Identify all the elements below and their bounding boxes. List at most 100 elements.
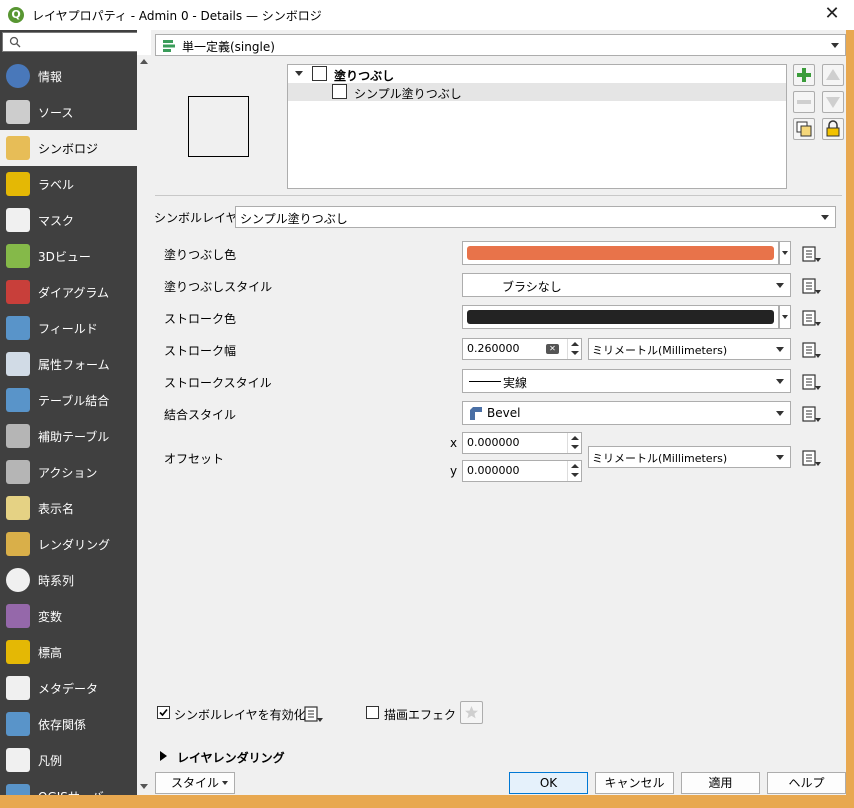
sidebar-scrollbar[interactable] (137, 55, 151, 795)
sidebar-item-label: 標高 (38, 646, 63, 660)
data-defined-override-icon[interactable] (801, 403, 823, 425)
tree-label-simple-fill: シンプル塗りつぶし (354, 87, 462, 101)
style-menu-button[interactable]: スタイル (155, 772, 235, 794)
spin-arrows[interactable] (567, 433, 581, 453)
sidebar-item[interactable]: 情報 (0, 58, 137, 94)
sidebar-item-label: 時系列 (38, 574, 75, 588)
layer-rendering-label[interactable]: レイヤレンダリング (177, 749, 285, 766)
abc-mask-icon (6, 208, 30, 232)
data-defined-override-icon[interactable] (801, 243, 823, 265)
sidebar-item[interactable]: ソース (0, 94, 137, 130)
sidebar-item[interactable]: 凡例 (0, 742, 137, 778)
tree-checkbox[interactable] (312, 66, 327, 81)
info-icon (6, 64, 30, 88)
spin-arrows[interactable] (567, 461, 581, 481)
scroll-down-icon[interactable] (140, 784, 148, 789)
search-input[interactable] (2, 32, 137, 52)
sidebar-item[interactable]: 依存関係 (0, 706, 137, 742)
sidebar-item[interactable]: ラベル (0, 166, 137, 202)
tree-row-simple-fill[interactable]: シンプル塗りつぶし (288, 83, 786, 101)
draw-effects-button[interactable] (460, 701, 483, 724)
tree-row-fill[interactable]: 塗りつぶし (288, 65, 786, 83)
data-defined-override-icon[interactable] (801, 275, 823, 297)
offset-y-label: y (450, 464, 458, 478)
sidebar-item-label: 補助テーブル (38, 430, 110, 444)
data-defined-override-icon[interactable] (801, 307, 823, 329)
renderer-select[interactable]: 単一定義(single) (155, 34, 846, 56)
duplicate-icon (796, 121, 812, 137)
stroke-color-button[interactable] (462, 305, 779, 329)
offset-unit-select[interactable]: ミリメートル(Millimeters) (588, 446, 791, 468)
symbology-panel: 単一定義(single) 塗りつぶし シンプル塗りつぶし シンボルレイヤ型 シン… (151, 30, 846, 795)
enable-layer-checkbox[interactable] (157, 706, 170, 719)
sidebar-item[interactable]: マスク (0, 202, 137, 238)
stroke-width-unit: ミリメートル(Millimeters) (592, 344, 728, 357)
render-brush-icon (6, 532, 30, 556)
move-down-button[interactable] (822, 91, 844, 113)
sidebar-item[interactable]: 表示名 (0, 490, 137, 526)
sidebar-item[interactable]: QGISサーバ (0, 778, 137, 795)
close-icon[interactable]: ✕ (820, 3, 844, 25)
fill-style-select[interactable]: ブラシなし (462, 273, 791, 297)
move-up-button[interactable] (822, 64, 844, 86)
help-button[interactable]: ヘルプ (767, 772, 846, 794)
lock-layer-button[interactable] (822, 118, 844, 140)
data-defined-override-icon[interactable] (801, 339, 823, 361)
fill-color-button[interactable] (462, 241, 779, 265)
data-defined-override-icon[interactable] (801, 447, 823, 469)
stroke-style-select[interactable]: 実線 (462, 369, 791, 393)
symbol-preview (188, 96, 249, 157)
sidebar-item[interactable]: ダイアグラム (0, 274, 137, 310)
expand-arrow-icon[interactable] (295, 71, 303, 76)
stroke-color-menu-button[interactable] (779, 305, 791, 329)
lock-icon (826, 120, 840, 137)
ok-button[interactable]: OK (509, 772, 588, 794)
sidebar-item[interactable]: 標高 (0, 634, 137, 670)
chevron-down-icon (821, 215, 829, 220)
cancel-button[interactable]: キャンセル (595, 772, 674, 794)
stroke-width-spinbox[interactable]: 0.260000 ✕ (462, 338, 582, 360)
add-layer-button[interactable] (793, 64, 815, 86)
draw-effects-label: 描画エフェクト (384, 708, 469, 722)
sidebar-item[interactable]: シンボロジ (0, 130, 137, 166)
sidebar-item-label: レンダリング (38, 538, 111, 552)
clear-icon[interactable]: ✕ (546, 344, 559, 354)
sidebar-item[interactable]: 補助テーブル (0, 418, 137, 454)
stroke-color-label: ストローク色 (164, 312, 237, 326)
sidebar-item[interactable]: 変数 (0, 598, 137, 634)
apply-button[interactable]: 適用 (681, 772, 760, 794)
fill-color-menu-button[interactable] (779, 241, 791, 265)
spin-arrows[interactable] (567, 339, 581, 359)
sidebar-nav: 情報 ソース シンボロジ ラベル マスク 3Dビュー ダイアグラム フィールド 属性フォーム テー… (0, 58, 137, 795)
data-defined-override-icon[interactable] (801, 371, 823, 393)
offset-y-value: 0.000000 (467, 464, 520, 477)
clock-icon (6, 568, 30, 592)
sidebar-item[interactable]: フィールド (0, 310, 137, 346)
data-defined-override-icon[interactable] (303, 703, 325, 725)
expand-arrow-icon[interactable] (160, 751, 167, 761)
offset-x-spinbox[interactable]: 0.000000 (462, 432, 582, 454)
join-style-select[interactable]: Bevel (462, 401, 791, 425)
chevron-down-icon (776, 411, 784, 416)
server-icon (6, 784, 30, 795)
sidebar-item[interactable]: 3Dビュー (0, 238, 137, 274)
stroke-width-unit-select[interactable]: ミリメートル(Millimeters) (588, 338, 791, 360)
stroke-style-label: ストロークスタイル (164, 376, 272, 390)
sidebar-item[interactable]: レンダリング (0, 526, 137, 562)
minus-icon (797, 100, 811, 104)
offset-y-spinbox[interactable]: 0.000000 (462, 460, 582, 482)
tree-checkbox[interactable] (332, 84, 347, 99)
remove-layer-button[interactable] (793, 91, 815, 113)
paintbrush-icon (6, 136, 30, 160)
layer-type-select[interactable]: シンプル塗りつぶし (235, 206, 836, 228)
sidebar-item[interactable]: テーブル結合 (0, 382, 137, 418)
gear-action-icon (6, 460, 30, 484)
scroll-up-icon[interactable] (140, 59, 148, 64)
symbol-layer-tree[interactable]: 塗りつぶし シンプル塗りつぶし (287, 64, 787, 189)
sidebar-item[interactable]: 属性フォーム (0, 346, 137, 382)
sidebar-item[interactable]: メタデータ (0, 670, 137, 706)
sidebar-item[interactable]: 時系列 (0, 562, 137, 598)
duplicate-layer-button[interactable] (793, 118, 815, 140)
sidebar-item[interactable]: アクション (0, 454, 137, 490)
draw-effects-checkbox[interactable] (366, 706, 379, 719)
